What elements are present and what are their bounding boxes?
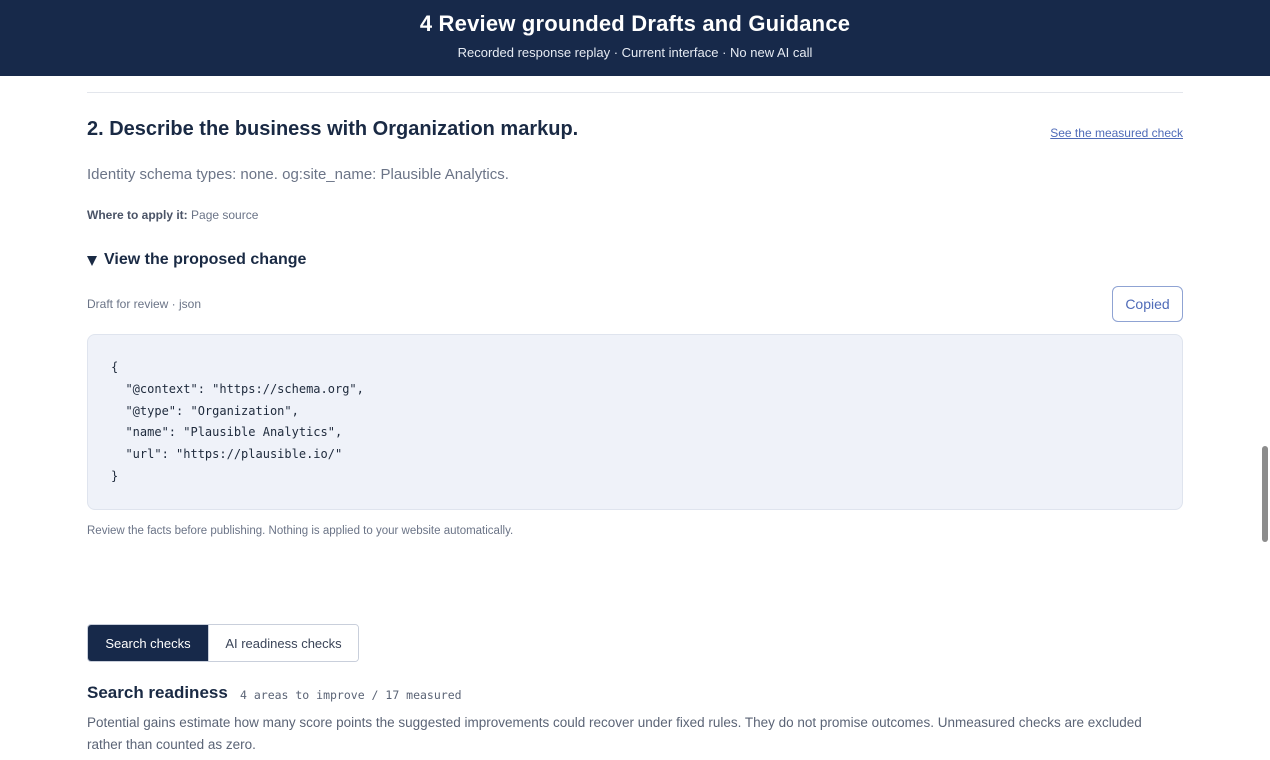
code-line: "@context": "https://schema.org", — [111, 381, 364, 396]
code-block: { "@context": "https://schema.org", "@ty… — [87, 334, 1183, 510]
banner-subtitle: Recorded response replay · Current inter… — [457, 45, 813, 60]
tab-ai-readiness-checks[interactable]: AI readiness checks — [208, 625, 358, 661]
potential-gains-explanation: Potential gains estimate how many score … — [87, 715, 1142, 752]
triangle-down-icon — [87, 255, 97, 266]
banner-title: 4 Review grounded Drafts and Guidance — [419, 11, 851, 36]
section-divider — [87, 92, 1183, 93]
finding-text: Identity schema types: none. og:site_nam… — [87, 166, 509, 183]
search-readiness-meta: 4 areas to improve / 17 measured — [240, 688, 462, 702]
proposed-change-toggle[interactable]: View the proposed change — [87, 251, 306, 269]
disclaimer-text: Review the facts before publishing. Noth… — [87, 525, 514, 537]
tab-search-checks[interactable]: Search checks — [88, 625, 208, 661]
measured-check-link[interactable]: See the measured check — [1050, 126, 1183, 140]
draft-label: Draft for review · json — [87, 297, 202, 311]
code-line: "@type": "Organization", — [111, 403, 299, 418]
code-line: { — [111, 360, 119, 374]
proposed-change-label: View the proposed change — [104, 251, 307, 268]
apply-location: Where to apply it: Page source — [87, 208, 258, 222]
code-line: "name": "Plausible Analytics", — [111, 425, 343, 440]
checks-tabs: Search checks AI readiness checks — [87, 624, 359, 662]
code-line: } — [111, 468, 119, 483]
replay-banner: 4 Review grounded Drafts and Guidance Re… — [0, 0, 1270, 76]
code-line: "url": "https://plausible.io/" — [111, 447, 343, 462]
step-title: 2. Describe the business with Organizati… — [87, 118, 579, 140]
apply-value: Page source — [191, 208, 259, 222]
search-readiness-title: Search readiness — [87, 683, 228, 702]
apply-label: Where to apply it: — [87, 208, 188, 222]
copy-button[interactable]: Copied — [1112, 286, 1183, 322]
scrollbar-thumb[interactable] — [1262, 446, 1268, 542]
